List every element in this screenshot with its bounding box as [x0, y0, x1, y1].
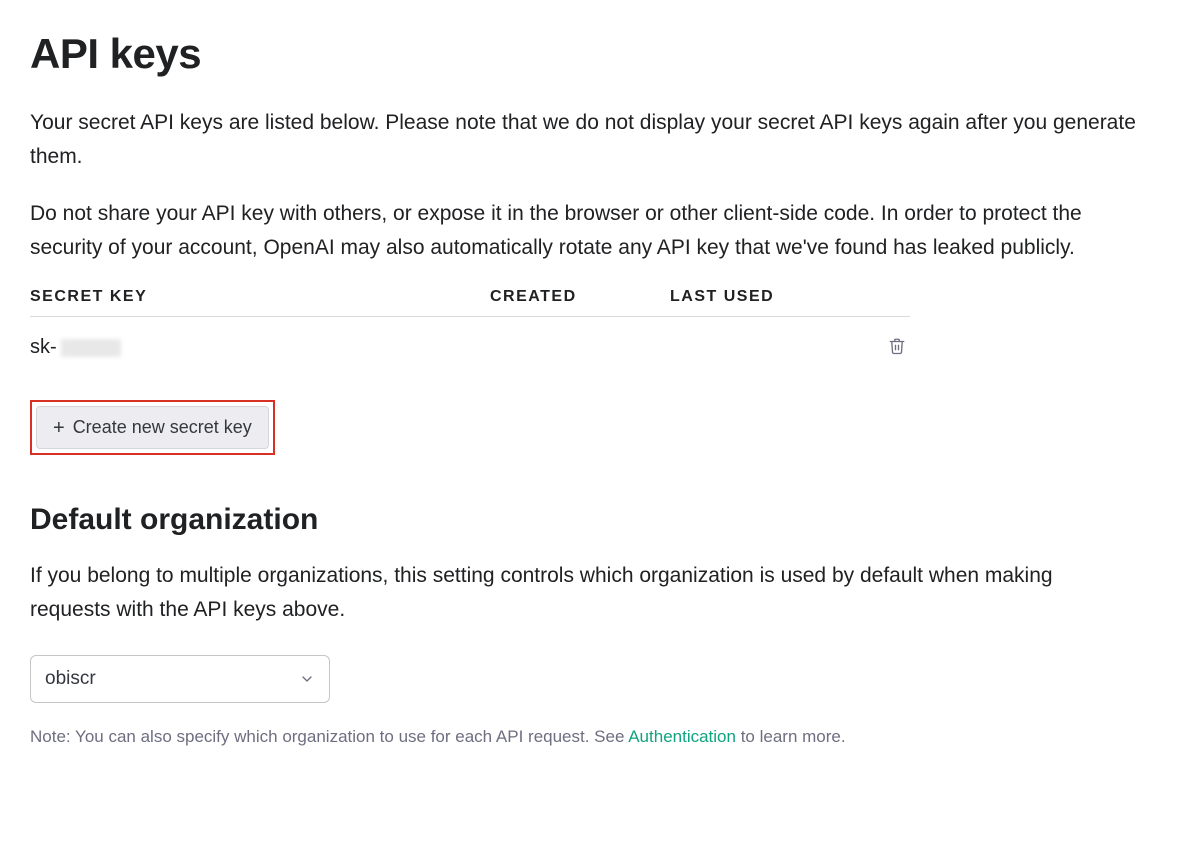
delete-key-button[interactable] — [884, 333, 910, 362]
table-header-row: SECRET KEY CREATED LAST USED — [30, 288, 910, 317]
organization-selected-value: obiscr — [45, 668, 96, 690]
page-title: API keys — [30, 30, 1158, 78]
table-row: sk- — [30, 317, 910, 390]
note-prefix: Note: You can also specify which organiz… — [30, 727, 628, 746]
create-key-highlight: + Create new secret key — [30, 400, 275, 455]
column-header-last-used: LAST USED — [670, 288, 850, 306]
column-header-created: CREATED — [490, 288, 670, 306]
trash-icon — [888, 337, 906, 355]
authentication-link[interactable]: Authentication — [628, 727, 736, 746]
api-keys-table: SECRET KEY CREATED LAST USED sk- — [30, 288, 910, 390]
key-prefix: sk- — [30, 336, 57, 359]
plus-icon: + — [53, 418, 65, 438]
create-button-label: Create new secret key — [73, 417, 252, 438]
secret-key-value: sk- — [30, 336, 490, 359]
organization-description: If you belong to multiple organizations,… — [30, 559, 1110, 626]
chevron-down-icon — [299, 671, 315, 687]
note-suffix: to learn more. — [736, 727, 846, 746]
column-header-secret-key: SECRET KEY — [30, 288, 490, 306]
redacted-key-suffix — [61, 339, 121, 357]
description-paragraph-2: Do not share your API key with others, o… — [30, 197, 1140, 264]
description-paragraph-1: Your secret API keys are listed below. P… — [30, 106, 1140, 173]
organization-select[interactable]: obiscr — [30, 655, 330, 703]
create-new-secret-key-button[interactable]: + Create new secret key — [36, 406, 269, 449]
default-organization-heading: Default organization — [30, 503, 1158, 537]
column-header-actions — [850, 288, 910, 306]
organization-note: Note: You can also specify which organiz… — [30, 727, 1158, 747]
